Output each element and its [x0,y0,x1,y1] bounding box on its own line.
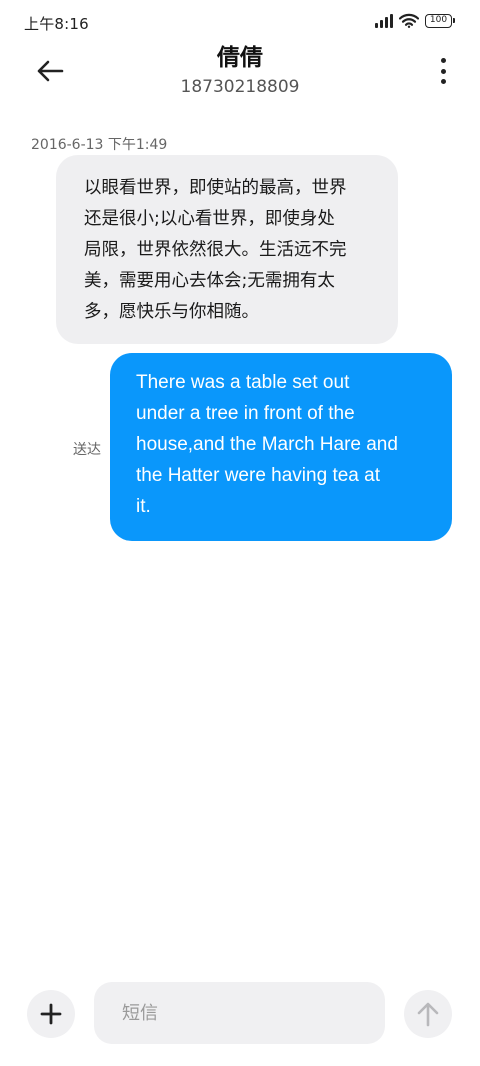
more-options-button[interactable] [436,58,450,84]
add-attachment-button[interactable] [27,990,75,1038]
arrow-up-icon [417,1002,439,1027]
message-input-container[interactable] [94,982,385,1044]
message-line: the Hatter were having tea at [136,465,380,486]
wifi-icon [399,13,419,28]
message-line: 美，需要用心去体会;无需拥有太 [84,271,335,291]
plus-icon [40,1003,62,1025]
status-icons: 100 [375,13,455,28]
message-line: 局限，世界依然很大。生活远不完 [84,240,347,260]
status-time: 上午8:16 [24,15,89,33]
more-vertical-icon [440,58,446,63]
delivery-status: 送达 [73,442,101,458]
conversation-header: 倩倩 18730218809 [0,45,480,110]
message-line: under a tree in front of the [136,403,355,424]
messaging-screen: 上午8:16 100 倩倩 18730218809 2016-6-13 下午1:… [0,0,480,1066]
outgoing-message-bubble[interactable]: There was a table set out under a tree i… [110,353,452,541]
signal-icon [375,13,393,28]
message-input[interactable] [122,1002,357,1024]
send-button[interactable] [404,990,452,1038]
message-line: it. [136,496,151,517]
message-line: 还是很小;以心看世界，即使身处 [84,209,335,229]
message-line: 多，愿快乐与你相随。 [84,302,259,322]
contact-title: 倩倩 18730218809 [0,45,480,98]
message-timestamp: 2016-6-13 下午1:49 [31,137,168,153]
contact-name: 倩倩 [217,45,263,71]
message-line: 以眼看世界，即使站的最高，世界 [84,178,347,198]
message-composer [0,980,480,1046]
contact-number: 18730218809 [180,77,300,97]
message-line: There was a table set out [136,372,350,393]
battery-icon: 100 [425,13,455,28]
status-bar: 上午8:16 100 [0,0,480,46]
message-line: house,and the March Hare and [136,434,398,455]
incoming-message-bubble[interactable]: 以眼看世界，即使站的最高，世界 还是很小;以心看世界，即使身处 局限，世界依然很… [56,155,398,344]
